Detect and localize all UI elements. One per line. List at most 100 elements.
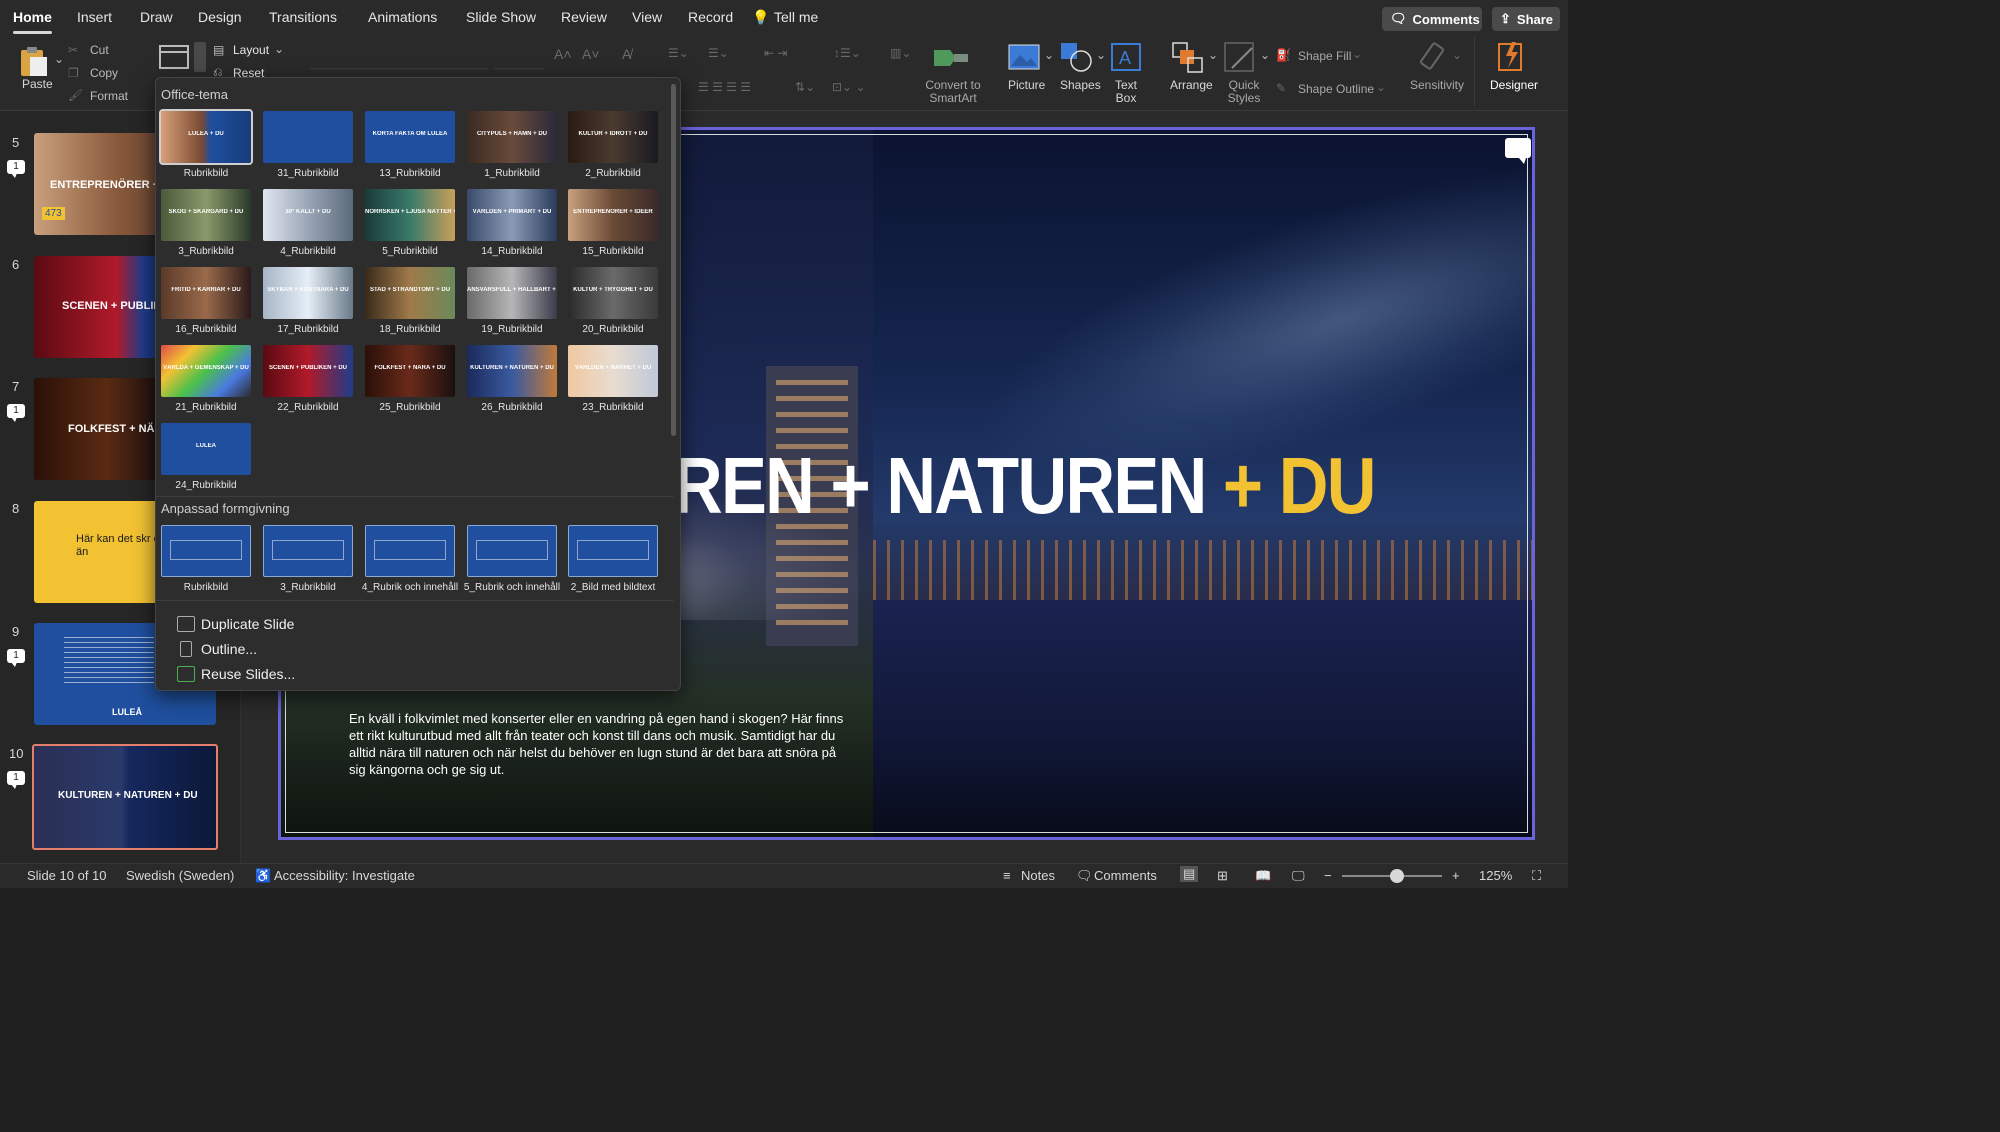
comments-button[interactable]: 🗨 Comments [1382,7,1482,31]
reading-view-icon[interactable]: 📖 [1255,868,1271,884]
bullets-icon[interactable]: ☰⌄ [668,46,689,60]
convert-to-smartart-button[interactable]: Convert to SmartArt [922,79,984,105]
sensitivity-icon[interactable] [1420,42,1450,72]
layout-thumbnail[interactable]: KULTUR + IDROTT + DU [568,111,658,163]
indent-icon[interactable]: ⇤ ⇥ [764,46,787,60]
layout-thumbnail[interactable]: VÄRLDEN + PRIMÄRT + DU [467,189,557,241]
slide-thumbnail-10[interactable]: KULTUREN + NATUREN + DU [32,744,218,850]
layout-thumbnail[interactable]: LULEÅ + DU [159,109,253,165]
zoom-level[interactable]: 125% [1479,868,1512,883]
chevron-down-icon[interactable]: ⌄ [54,52,64,66]
duplicate-slide-item[interactable]: Duplicate Slide [201,616,294,632]
custom-layout-thumbnail[interactable] [161,525,251,577]
arrange-button[interactable]: Arrange [1170,79,1213,92]
layout-thumbnail[interactable] [263,111,353,163]
layout-thumbnail[interactable]: SKYBAR + KOSTNÄRA + DU [263,267,353,319]
tab-draw[interactable]: Draw [140,9,173,25]
columns-icon[interactable]: ▥⌄ [890,46,911,60]
text-box-icon[interactable]: A [1110,42,1142,72]
share-button[interactable]: ⇪ Share [1492,7,1560,31]
new-slide-dropdown[interactable] [194,42,206,72]
shape-outline-button[interactable]: Shape Outline [1298,82,1374,96]
new-slide-icon[interactable] [158,42,194,72]
line-spacing-icon[interactable]: ↕☰⌄ [834,46,861,60]
tab-record[interactable]: Record [688,9,733,25]
layout-button[interactable]: Layout [233,43,269,57]
reuse-slides-item[interactable]: Reuse Slides... [201,666,295,682]
shapes-button[interactable]: Shapes [1060,79,1101,92]
designer-button[interactable]: Designer [1488,79,1540,92]
tab-design[interactable]: Design [198,9,242,25]
tab-review[interactable]: Review [561,9,607,25]
outline-item[interactable]: Outline... [201,641,257,657]
custom-layout-thumbnail[interactable] [568,525,658,577]
sensitivity-button[interactable]: Sensitivity [1408,79,1466,92]
layout-thumbnail[interactable]: SCENEN + PUBLIKEN + DU [263,345,353,397]
zoom-out-icon[interactable]: − [1324,868,1332,883]
text-box-button[interactable]: Text Box [1108,79,1144,105]
zoom-slider-handle[interactable] [1390,869,1404,883]
layout-thumbnail[interactable]: SKOG + SKÄRGÅRD + DU [161,189,251,241]
accessibility-button[interactable]: Accessibility: Investigate [274,868,415,883]
numbering-icon[interactable]: ☰⌄ [708,46,729,60]
layout-thumbnail[interactable]: KULTUR + TRYGGHET + DU [568,267,658,319]
layout-thumbnail[interactable]: ANSVARSFULL + HÅLLBART + DU [467,267,557,319]
language-indicator[interactable]: Swedish (Sweden) [126,868,234,883]
tab-view[interactable]: View [632,9,662,25]
align-icon[interactable]: ☰ ☰ ☰ ☰ [698,80,751,94]
custom-layout-thumbnail[interactable] [467,525,557,577]
increase-font-icon[interactable]: A˄ [554,46,572,62]
layout-thumbnail[interactable]: KORTA FAKTA OM LULEÅ [365,111,455,163]
text-direction-icon[interactable]: ⇅⌄ [795,80,815,94]
slide-body-text[interactable]: En kväll i folkvimlet med konserter elle… [349,710,849,778]
decrease-font-icon[interactable]: A˅ [582,46,600,62]
designer-icon[interactable] [1496,40,1526,72]
layout-thumbnail[interactable]: ENTREPRENÖRER + IDÉER [568,189,658,241]
dropdown-scrollbar[interactable] [671,84,676,436]
paste-icon[interactable] [18,44,50,78]
font-size-box[interactable] [494,46,544,69]
fit-to-window-icon[interactable]: ⛶ [1532,868,1541,884]
tab-slide-show[interactable]: Slide Show [466,9,536,25]
quick-styles-icon[interactable] [1224,42,1258,74]
layout-thumbnail[interactable]: FRITID + KARRIÄR + DU [161,267,251,319]
tab-home[interactable]: Home [13,9,52,34]
slide-title[interactable]: REN + NATUREN + DU [673,440,1376,532]
comment-badge-icon[interactable]: 1 [7,771,25,789]
tab-insert[interactable]: Insert [77,9,112,25]
comment-badge-icon[interactable]: 1 [7,160,25,178]
copy-button[interactable]: Copy [90,66,118,80]
layout-thumbnail[interactable]: FOLKFEST + NÄRA + DU [365,345,455,397]
layout-thumbnail[interactable]: VÄRLDA + GEMENSKAP + DU [161,345,251,397]
slideshow-icon[interactable]: 🖵 [1292,868,1305,884]
layout-thumbnail[interactable]: VÄRLDEN + NÄRHET + DU [568,345,658,397]
layout-thumbnail[interactable]: LULEÅ [161,423,251,475]
arrange-icon[interactable] [1172,42,1204,74]
comment-marker-icon[interactable] [1505,138,1531,164]
picture-icon[interactable] [1008,44,1040,70]
layout-thumbnail[interactable]: KULTUREN + NATUREN + DU [467,345,557,397]
custom-layout-thumbnail[interactable] [263,525,353,577]
normal-view-icon[interactable]: ▤ [1180,866,1199,882]
zoom-in-icon[interactable]: + [1452,868,1460,883]
tab-transitions[interactable]: Transitions [269,9,337,25]
font-name-box[interactable] [310,46,488,69]
layout-thumbnail[interactable]: NORRSKEN + LJUSA NÄTTER + DU [365,189,455,241]
smartart-icon[interactable] [930,44,970,72]
format-painter-button[interactable]: Format [90,89,128,103]
cut-button[interactable]: Cut [90,43,109,57]
tab-animations[interactable]: Animations [368,9,437,25]
layout-thumbnail[interactable]: STAD + STRANDTOMT + DU [365,267,455,319]
shapes-icon[interactable] [1060,42,1094,72]
shape-fill-button[interactable]: Shape Fill [1298,49,1351,63]
layout-thumbnail[interactable]: CITYPULS + HAMN + DU [467,111,557,163]
tell-me-search[interactable]: Tell me [774,9,818,25]
clear-formatting-icon[interactable]: A̸ [622,46,631,62]
picture-button[interactable]: Picture [1008,79,1045,92]
paste-label[interactable]: Paste [22,78,53,91]
layout-thumbnail[interactable]: 30° KALLT + DU [263,189,353,241]
align-text-icon[interactable]: ⊡⌄ ⌄ [832,80,866,94]
comments-status-button[interactable]: Comments [1094,868,1157,883]
quick-styles-button[interactable]: Quick Styles [1222,79,1266,105]
custom-layout-thumbnail[interactable] [365,525,455,577]
